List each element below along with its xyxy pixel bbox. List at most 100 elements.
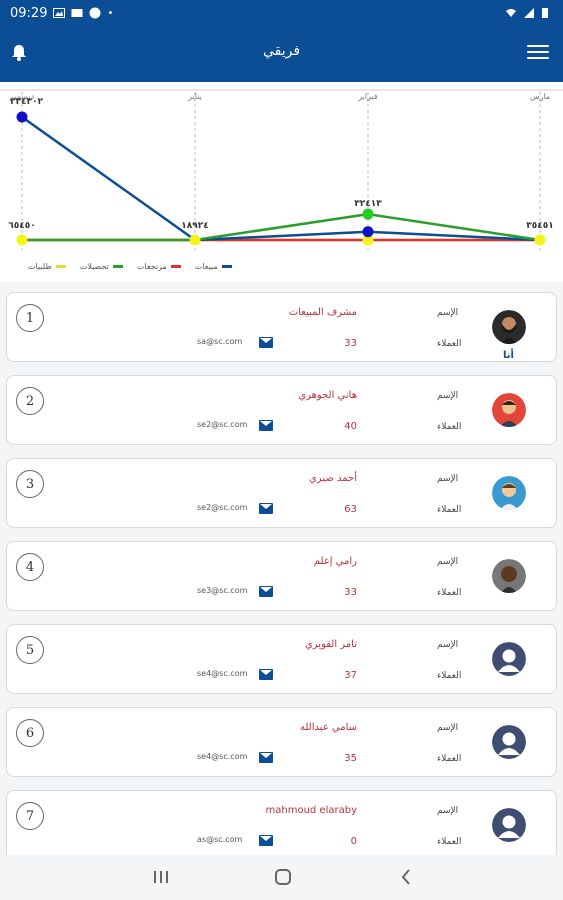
member-email: sa@sc.com: [197, 337, 243, 346]
rank-badge: 3: [16, 470, 44, 498]
legend-item[interactable]: مبيعات: [195, 262, 232, 271]
chart-legend: طلبيات تحصيلات مرتجعات مبيعات: [0, 262, 232, 271]
home-icon[interactable]: [272, 867, 294, 887]
clients-label: العملاء: [437, 588, 462, 598]
mail-icon[interactable]: [259, 420, 273, 431]
clients-label: العملاء: [437, 339, 462, 349]
member-name: مشرف المبيعات: [288, 307, 357, 318]
name-label: الإسم: [437, 640, 459, 650]
team-member-card[interactable]: 2 هاني الجوهري الإسم se2@sc.com 40 العملاء: [6, 375, 557, 445]
dot-icon: •: [107, 7, 114, 19]
member-name: mahmoud elaraby: [265, 805, 358, 816]
avatar: [492, 310, 526, 344]
name-label: الإسم: [437, 557, 459, 567]
clients-count: 63: [344, 504, 357, 515]
back-icon[interactable]: [396, 867, 418, 887]
member-email: se4@sc.com: [197, 752, 248, 761]
member-email: se4@sc.com: [197, 669, 248, 678]
rank-badge: 4: [16, 553, 44, 581]
chart-data-point: [534, 234, 546, 246]
wifi-icon: [505, 7, 517, 19]
chart-value-label: ٣٢٤١٣: [354, 199, 382, 209]
chart-value-label: ٣٥٤٥١: [526, 221, 553, 231]
team-member-card[interactable]: 3 أحمد صبري الإسم se2@sc.com 63 العملاء: [6, 458, 557, 528]
you-indicator: أنا: [503, 350, 514, 361]
chart-month-label: فبراير: [357, 92, 378, 101]
member-name: رامي إعلم: [313, 556, 357, 567]
mail-icon[interactable]: [259, 337, 273, 348]
clients-label: العملاء: [437, 422, 462, 432]
name-label: الإسم: [437, 474, 459, 484]
legend-swatch: [221, 265, 232, 268]
legend-swatch: [55, 265, 66, 268]
clients-count: 33: [344, 587, 357, 598]
chart-series-line: [21, 115, 541, 242]
legend-label: مبيعات: [194, 262, 218, 271]
member-email: se3@sc.com: [197, 586, 248, 595]
rank-badge: 1: [16, 304, 44, 332]
account-status-icon: [89, 7, 101, 19]
team-member-card[interactable]: 6 سامي عبدالله الإسم se4@sc.com 35 العملاء: [6, 707, 557, 777]
rank-badge: 6: [16, 719, 44, 747]
system-nav-bar: [0, 855, 563, 900]
legend-item[interactable]: طلبيات: [28, 262, 66, 271]
member-email: se2@sc.com: [197, 503, 248, 512]
team-member-card[interactable]: 5 تامر القويري الإسم se4@sc.com 37 العملاء: [6, 624, 557, 694]
status-time: 09:29: [10, 5, 48, 21]
mail-icon[interactable]: [259, 752, 273, 763]
chart-data-point: [362, 226, 374, 238]
chart-value-label: ٢٣٤٣٠٢: [10, 97, 43, 107]
mail-icon[interactable]: [259, 586, 273, 597]
team-member-card[interactable]: 7 mahmoud elaraby الإسم as@sc.com 0 العملاء: [6, 790, 557, 860]
chart-data-point: [189, 234, 201, 246]
name-label: الإسم: [437, 723, 459, 733]
app-bar: فريقي: [0, 26, 563, 82]
name-label: الإسم: [437, 308, 459, 318]
chart-value-label: ١٨٩٢٤: [181, 221, 208, 231]
member-name: تامر القويري: [304, 639, 357, 650]
clients-count: 0: [350, 836, 357, 847]
clients-label: العملاء: [437, 505, 462, 515]
chart-data-point: [16, 234, 28, 246]
avatar: [492, 393, 526, 427]
menu-icon[interactable]: [527, 45, 549, 61]
page-title: فريقي: [262, 43, 301, 59]
member-name: سامي عبدالله: [299, 722, 357, 733]
member-email: se2@sc.com: [197, 420, 248, 429]
mail-icon[interactable]: [259, 503, 273, 514]
mail-icon[interactable]: [259, 835, 273, 846]
avatar: [492, 725, 526, 759]
chart-month-label: يناير: [187, 92, 202, 101]
clients-label: العملاء: [437, 837, 462, 847]
status-bar: 09:29 •: [0, 0, 563, 26]
mail-icon[interactable]: [259, 669, 273, 680]
member-email: as@sc.com: [197, 835, 243, 844]
clients-count: 40: [344, 421, 357, 432]
team-member-card[interactable]: 1 مشرف المبيعات الإسم sa@sc.com 33 العملاء أنا: [6, 292, 557, 362]
team-member-card[interactable]: 4 رامي إعلم الإسم se3@sc.com 33 العملاء: [6, 541, 557, 611]
sales-chart: ديسمبر يناير فبراير مارس ٢٣٤٣٠٢ ٣٢٤١٣ ١٨٩٢٤ ٣٥٤…: [0, 82, 563, 282]
clients-count: 35: [344, 753, 357, 764]
legend-label: تحصيلات: [79, 262, 109, 271]
image-icon: [53, 7, 66, 19]
legend-item[interactable]: تحصيلات: [80, 262, 123, 271]
legend-item[interactable]: مرتجعات: [137, 262, 181, 271]
chart-data-point: [16, 111, 28, 123]
battery-icon: [541, 7, 553, 19]
legend-swatch: [112, 265, 123, 268]
signal-icon: [523, 7, 535, 19]
recents-icon[interactable]: [150, 867, 172, 887]
chart-data-point: [362, 208, 374, 220]
avatar: [492, 559, 526, 593]
member-name: هاني الجوهري: [298, 390, 357, 401]
name-label: الإسم: [437, 391, 459, 401]
legend-swatch: [170, 265, 181, 268]
clients-count: 33: [344, 338, 357, 349]
chart-month-label: مارس: [530, 92, 550, 101]
legend-label: طلبيات: [28, 262, 52, 271]
chart-value-label: ٦٥٤٥٠: [8, 221, 35, 231]
rank-badge: 7: [16, 802, 44, 830]
clients-label: العملاء: [437, 671, 462, 681]
mail-status-icon: [71, 7, 83, 19]
name-label: الإسم: [437, 806, 459, 816]
